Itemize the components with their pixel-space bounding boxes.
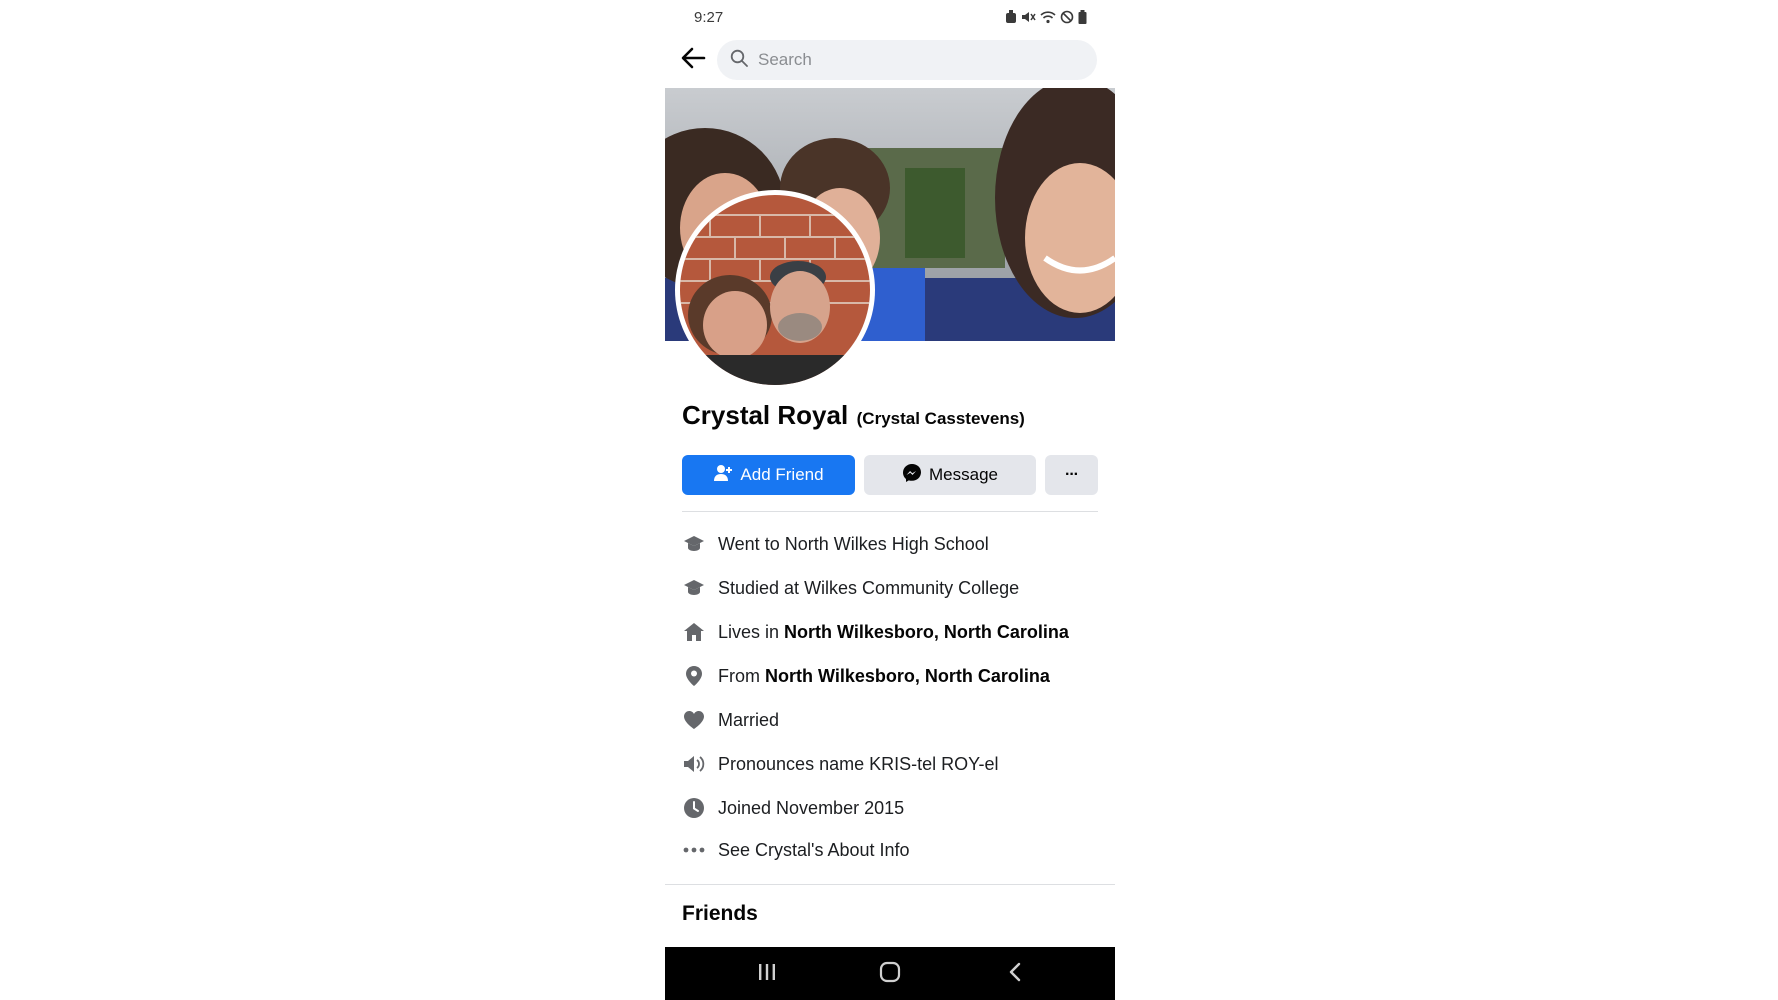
intro-list: Went to North Wilkes High School Studied… — [682, 522, 1102, 870]
search-bar[interactable] — [717, 40, 1097, 80]
more-dots-icon: ··· — [1065, 466, 1079, 483]
recent-apps-icon — [757, 963, 777, 986]
recent-apps-button[interactable] — [752, 961, 782, 987]
do-not-disturb-icon — [1060, 10, 1074, 29]
profile-picture-frame[interactable] — [675, 190, 875, 390]
intro-text-location[interactable]: North Wilkesboro, North Carolina — [765, 666, 1050, 686]
heart-icon — [682, 708, 706, 732]
intro-item-education-high-school: Went to North Wilkes High School — [682, 522, 1102, 566]
intro-item-joined: Joined November 2015 — [682, 786, 1102, 830]
home-circle-icon — [879, 961, 901, 988]
intro-item-lives-in: Lives in North Wilkesboro, North Carolin… — [682, 610, 1102, 654]
messenger-icon — [902, 463, 929, 488]
add-friend-label: Add Friend — [740, 465, 824, 484]
search-input[interactable] — [756, 49, 1060, 71]
intro-text: Joined November 2015 — [718, 797, 905, 818]
alarm-icon — [1005, 10, 1017, 29]
graduation-cap-icon — [682, 532, 706, 556]
message-label: Message — [929, 465, 998, 484]
intro-item-education-college: Studied at Wilkes Community College — [682, 566, 1102, 610]
see-about-info-label: See Crystal's About Info — [718, 839, 910, 860]
intro-item-pronunciation[interactable]: Pronounces name KRIS-tel ROY-el — [682, 742, 1102, 786]
profile-actions: Add Friend Message ··· — [682, 455, 1098, 495]
chevron-left-icon — [1008, 962, 1022, 987]
profile-name: Crystal Royal — [682, 400, 849, 430]
more-dots-icon — [682, 838, 706, 862]
intro-text: Lives in North Wilkesboro, North Carolin… — [718, 622, 1069, 643]
top-bar — [665, 38, 1115, 82]
wifi-icon — [1040, 10, 1056, 29]
profile-name-row: Crystal Royal (Crystal Casstevens) — [682, 400, 1102, 431]
intro-text: Pronounces name KRIS-tel ROY-el — [718, 753, 999, 774]
intro-text-location[interactable]: North Wilkesboro, North Carolina — [784, 622, 1069, 642]
back-button[interactable] — [677, 44, 709, 76]
intro-text: Went to North Wilkes High School — [718, 533, 989, 554]
speaker-icon — [682, 752, 706, 776]
system-back-button[interactable] — [1000, 961, 1030, 987]
location-pin-icon — [682, 664, 706, 688]
battery-icon — [1078, 10, 1087, 29]
phone-screen: 9:27 Search Crystal Royal (Crystal Casst… — [665, 0, 1115, 1000]
home-button[interactable] — [875, 961, 905, 987]
status-time: 9:27 — [694, 9, 724, 26]
search-icon — [717, 49, 748, 72]
profile-picture[interactable] — [680, 195, 870, 385]
system-navigation-bar — [665, 947, 1115, 1000]
mute-icon — [1021, 10, 1036, 29]
status-bar: 9:27 — [665, 0, 1115, 38]
add-person-icon — [713, 464, 740, 487]
profile-alternate-name: (Crystal Casstevens) — [856, 409, 1025, 428]
see-about-info-link[interactable]: See Crystal's About Info — [682, 830, 1102, 870]
intro-text: Married — [718, 709, 780, 730]
intro-text-prefix: Lives in — [718, 621, 785, 642]
intro-text: Studied at Wilkes Community College — [718, 577, 1020, 598]
divider — [665, 884, 1115, 885]
home-icon — [682, 620, 706, 644]
intro-item-relationship: Married — [682, 698, 1102, 742]
add-friend-button[interactable]: Add Friend — [682, 455, 855, 495]
message-button[interactable]: Message — [864, 455, 1036, 495]
friends-section-heading: Friends — [682, 902, 758, 925]
intro-text-prefix: From — [718, 665, 765, 686]
status-icons — [1005, 10, 1087, 29]
divider — [682, 511, 1098, 512]
more-options-button[interactable]: ··· — [1045, 455, 1098, 495]
arrow-left-icon — [680, 47, 706, 74]
intro-text: From North Wilkesboro, North Carolina — [718, 666, 1050, 687]
graduation-cap-icon — [682, 576, 706, 600]
intro-item-from: From North Wilkesboro, North Carolina — [682, 654, 1102, 698]
clock-icon — [682, 796, 706, 820]
